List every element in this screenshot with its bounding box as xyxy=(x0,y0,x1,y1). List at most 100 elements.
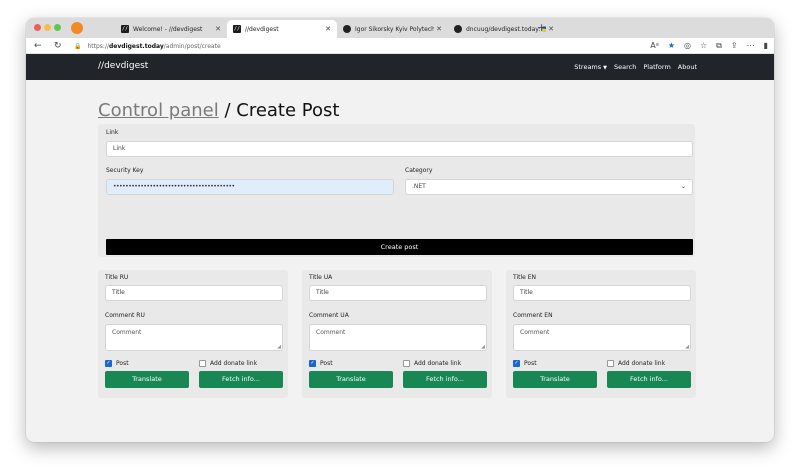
fetch-info-button[interactable]: Fetch info... xyxy=(403,371,487,388)
post-checkbox[interactable]: ✓ Post xyxy=(513,360,537,367)
donate-checkbox[interactable]: Add donate link xyxy=(403,360,461,367)
nav-search[interactable]: Search xyxy=(614,63,636,71)
donate-checkbox-label: Add donate link xyxy=(414,360,462,367)
github-favicon-icon xyxy=(343,25,351,33)
sidebar-toggle-icon[interactable]: ▮ xyxy=(764,39,768,53)
card-en: Title EN Title Comment EN Comment ◢ ✓ Pos… xyxy=(506,270,696,398)
category-selected-value: .NET xyxy=(412,183,426,190)
new-tab-button[interactable]: + xyxy=(537,21,546,35)
close-tab-icon[interactable]: ✕ xyxy=(434,25,442,33)
comment-placeholder: Comment xyxy=(520,329,550,336)
checkbox-unchecked-icon[interactable] xyxy=(403,360,410,367)
close-window-button[interactable] xyxy=(34,24,41,31)
post-checkbox-label: Post xyxy=(320,360,333,367)
post-checkbox-label: Post xyxy=(524,360,537,367)
share-icon[interactable]: ⇪ xyxy=(731,39,738,53)
comment-label: Comment RU xyxy=(105,312,145,319)
category-label: Category xyxy=(405,167,433,174)
close-tab-icon[interactable]: ✕ xyxy=(213,25,221,33)
chevron-down-icon: ⌄ xyxy=(680,183,686,190)
title-label: Title UA xyxy=(309,274,333,281)
browser-toolbar: ← ↻ 🔒 https://devdigest.today/admin/post… xyxy=(26,38,774,54)
link-input[interactable]: Link xyxy=(106,141,693,157)
comment-textarea[interactable]: Comment ◢ xyxy=(105,324,283,351)
nav-platform[interactable]: Platform xyxy=(643,63,670,71)
favorites-icon[interactable]: ☆ xyxy=(700,39,707,53)
fetch-info-button[interactable]: Fetch info... xyxy=(607,371,691,388)
translate-button[interactable]: Translate xyxy=(309,371,393,388)
devdigest-favicon-icon: // xyxy=(233,25,241,33)
checkbox-unchecked-icon[interactable] xyxy=(607,360,614,367)
comment-placeholder: Comment xyxy=(112,329,142,336)
browser-tab-devdigest-active[interactable]: // //devdigest ✕ xyxy=(227,20,337,38)
resize-handle-icon[interactable]: ◢ xyxy=(481,344,485,350)
nav-streams-dropdown[interactable]: Streams ▼ xyxy=(574,63,607,71)
breadcrumb-control-panel[interactable]: Control panel xyxy=(98,100,219,121)
translate-button[interactable]: Translate xyxy=(105,371,189,388)
checkbox-checked-icon[interactable]: ✓ xyxy=(309,360,316,367)
profile-avatar[interactable] xyxy=(71,22,83,34)
checkbox-unchecked-icon[interactable] xyxy=(199,360,206,367)
category-select[interactable]: .NET ⌄ xyxy=(405,179,693,195)
donate-checkbox[interactable]: Add donate link xyxy=(607,360,665,367)
resize-handle-icon[interactable]: ◢ xyxy=(685,344,689,350)
minimize-window-button[interactable] xyxy=(44,24,51,31)
resize-handle-icon[interactable]: ◢ xyxy=(277,344,281,350)
read-aloud-icon[interactable]: Aᵃ xyxy=(650,39,659,53)
link-label: Link xyxy=(106,129,119,136)
comment-label: Comment UA xyxy=(309,312,349,319)
fetch-info-button[interactable]: Fetch info... xyxy=(199,371,283,388)
post-checkbox[interactable]: ✓ Post xyxy=(309,360,333,367)
favorite-star-icon[interactable]: ★ xyxy=(668,39,675,53)
tab-title: //devdigest xyxy=(245,25,279,33)
close-tab-icon[interactable]: ✕ xyxy=(546,25,554,33)
create-post-form: Link Link Security Key •••••••••••••••••… xyxy=(98,124,695,257)
tab-title: dncuug/devdigest.today: 🇺🇦 W xyxy=(466,25,546,33)
browser-tab-kpi[interactable]: Igor Sikorsky Kyiv Polytechnic I ✕ xyxy=(337,20,448,38)
tab-title: Welcome! - //devdigest xyxy=(133,25,203,33)
title-input[interactable]: Title xyxy=(105,285,283,301)
browser-tab-welcome[interactable]: // Welcome! - //devdigest ✕ xyxy=(115,20,227,38)
comment-textarea[interactable]: Comment ◢ xyxy=(309,324,487,351)
post-checkbox-label: Post xyxy=(116,360,129,367)
tab-strip: // Welcome! - //devdigest ✕ // //devdige… xyxy=(26,18,774,38)
post-checkbox[interactable]: ✓ Post xyxy=(105,360,129,367)
lock-icon: 🔒 xyxy=(74,42,82,50)
security-key-input[interactable]: •••••••••••••••••••••••••••••••••••••••• xyxy=(106,179,394,195)
reload-icon[interactable]: ↻ xyxy=(54,39,62,53)
site-navbar: //devdigest Streams ▼ Search Platform Abo… xyxy=(26,54,774,80)
collections-icon[interactable]: ⧉ xyxy=(716,39,722,53)
address-bar[interactable]: 🔒 https://devdigest.today/admin/post/cre… xyxy=(74,40,594,52)
card-ru: Title RU Title Comment RU Comment ◢ ✓ Pos… xyxy=(98,270,288,398)
browser-window: // Welcome! - //devdigest ✕ // //devdige… xyxy=(26,18,774,442)
more-menu-icon[interactable]: ⋯ xyxy=(747,39,755,53)
extension-icon[interactable]: ◎ xyxy=(684,39,691,53)
title-input[interactable]: Title xyxy=(309,285,487,301)
caret-down-icon: ▼ xyxy=(603,65,608,71)
close-tab-icon[interactable]: ✕ xyxy=(323,25,331,33)
nav-links: Streams ▼ Search Platform About xyxy=(574,63,697,71)
title-input[interactable]: Title xyxy=(513,285,691,301)
page-title-text: Create Post xyxy=(236,100,340,121)
donate-checkbox[interactable]: Add donate link xyxy=(199,360,257,367)
checkbox-checked-icon[interactable]: ✓ xyxy=(105,360,112,367)
comment-textarea[interactable]: Comment ◢ xyxy=(513,324,691,351)
page-title: Control panel / Create Post xyxy=(98,100,339,122)
title-label: Title RU xyxy=(105,274,129,281)
create-post-button[interactable]: Create post xyxy=(106,239,693,255)
donate-checkbox-label: Add donate link xyxy=(618,360,666,367)
site-brand[interactable]: //devdigest xyxy=(98,61,148,71)
security-key-label: Security Key xyxy=(106,167,144,174)
url-text: https://devdigest.today/admin/post/creat… xyxy=(87,42,221,50)
toolbar-actions: Aᵃ ★ ◎ ☆ ⧉ ⇪ ⋯ ▮ xyxy=(650,39,768,53)
comment-placeholder: Comment xyxy=(316,329,346,336)
maximize-window-button[interactable] xyxy=(54,24,61,31)
nav-about[interactable]: About xyxy=(678,63,697,71)
comment-label: Comment EN xyxy=(513,312,553,319)
checkbox-checked-icon[interactable]: ✓ xyxy=(513,360,520,367)
donate-checkbox-label: Add donate link xyxy=(210,360,258,367)
title-label: Title EN xyxy=(513,274,537,281)
github-favicon-icon xyxy=(454,25,462,33)
translate-button[interactable]: Translate xyxy=(513,371,597,388)
back-arrow-icon[interactable]: ← xyxy=(34,39,42,53)
